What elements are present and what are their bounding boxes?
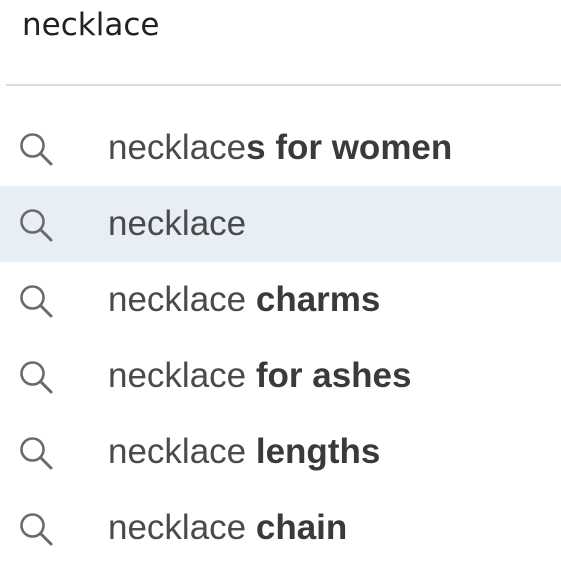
suggestion-label: necklace chain [108, 508, 348, 547]
search-bar [0, 0, 561, 84]
suggestion-item[interactable]: necklace chain [0, 490, 561, 566]
search-icon [18, 207, 54, 243]
suggestion-label: necklace [108, 204, 247, 243]
suggestion-label: necklaces for women [108, 128, 453, 167]
suggestion-item[interactable]: necklace lengths [0, 414, 561, 490]
suggestion-label: necklace for ashes [108, 356, 412, 395]
search-icon [18, 283, 54, 319]
suggestion-item[interactable]: necklace [0, 186, 561, 262]
search-icon [18, 511, 54, 547]
search-icon [18, 359, 54, 395]
search-icon [18, 131, 54, 167]
search-input[interactable] [22, 2, 542, 48]
divider [6, 84, 561, 86]
suggestion-label: necklace lengths [108, 432, 381, 471]
suggestion-label: necklace charms [108, 280, 381, 319]
suggestion-item[interactable]: necklace charms [0, 262, 561, 338]
search-icon [18, 435, 54, 471]
suggestion-list: necklaces for women necklace necklace ch… [0, 110, 561, 566]
suggestion-item[interactable]: necklaces for women [0, 110, 561, 186]
suggestion-item[interactable]: necklace for ashes [0, 338, 561, 414]
